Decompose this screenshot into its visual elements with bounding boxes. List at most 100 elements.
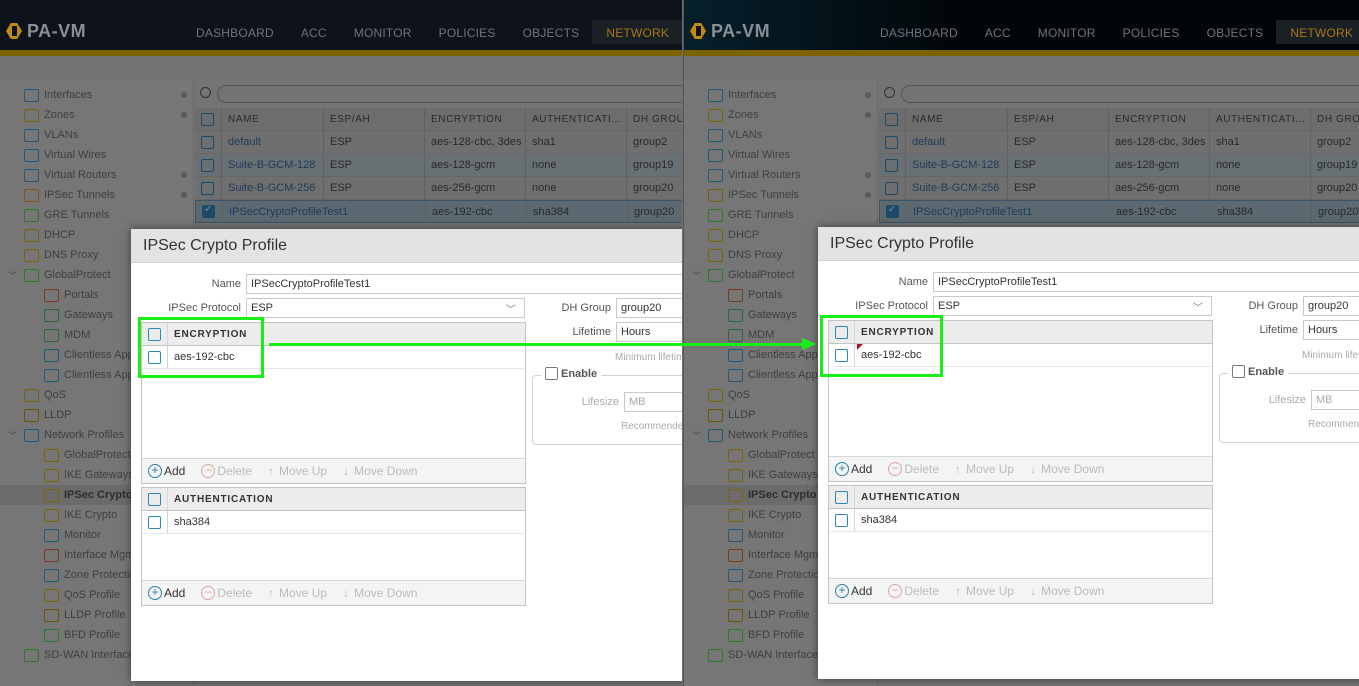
select-all-checkbox[interactable] — [885, 112, 898, 126]
column-header-encryption[interactable]: ENCRYPTION — [424, 108, 525, 130]
sidebar-item-monitor[interactable]: Monitor — [728, 525, 785, 545]
column-header-esp-ah[interactable]: ESP/AH — [323, 108, 424, 130]
chevron-down-icon[interactable]: ﹀ — [692, 429, 701, 442]
profile-name-link[interactable]: IPSecCryptoProfileTest1 — [222, 201, 425, 222]
table-row[interactable]: Suite-B-GCM-256 ESP aes-256-gcm none group20 — [879, 177, 1359, 200]
column-header-name[interactable]: NAME — [905, 108, 1007, 130]
authentication-select-all-checkbox[interactable] — [835, 490, 848, 504]
encryption-move-down-button[interactable]: ↓ Move Down — [343, 464, 417, 478]
row-checkbox[interactable] — [885, 135, 898, 149]
nav-monitor[interactable]: MONITOR — [1038, 26, 1096, 50]
sidebar-item-dhcp[interactable]: DHCP — [24, 225, 75, 245]
sidebar-item-lldp-profile[interactable]: LLDP Profile — [728, 605, 810, 625]
sidebar-item-ipsec-tunnels[interactable]: IPSec Tunnels — [708, 185, 799, 205]
sidebar-item-ike-gateways[interactable]: IKE Gateways — [44, 465, 134, 485]
sidebar-item-ike-gateways[interactable]: IKE Gateways — [728, 465, 818, 485]
sidebar-item-portals[interactable]: Portals — [44, 285, 98, 305]
lifetime-unit-select[interactable]: Hours — [1303, 320, 1359, 340]
sidebar-item-zone-protection[interactable]: Zone Protection — [44, 565, 142, 585]
nav-acc[interactable]: ACC — [985, 26, 1011, 50]
dh-group-select[interactable]: group20 — [616, 298, 682, 318]
table-row[interactable]: IPSecCryptoProfileTest1aes-192-cbcsha384… — [195, 200, 682, 223]
sidebar-item-interface-mgmt[interactable]: Interface Mgmt — [44, 545, 137, 565]
sidebar-item-network-profiles[interactable]: Network Profiles — [24, 425, 124, 445]
authentication-delete-button[interactable]: − Delete — [201, 586, 252, 600]
nav-objects[interactable]: OBJECTS — [1207, 26, 1264, 50]
nav-network[interactable]: NETWORK — [1276, 20, 1359, 44]
sidebar-item-mdm[interactable]: MDM — [728, 325, 774, 345]
table-row[interactable]: default ESP aes-128-cbc, 3des sha1 group2 — [879, 131, 1359, 154]
authentication-row[interactable]: sha384 — [829, 509, 1212, 532]
table-row[interactable]: Suite-B-GCM-256 ESP aes-256-gcm none group20 — [195, 177, 682, 200]
search-input[interactable] — [901, 85, 1359, 103]
column-header-esp-ah[interactable]: ESP/AH — [1007, 108, 1108, 130]
sidebar-item-interfaces[interactable]: Interfaces — [24, 85, 92, 105]
protocol-select[interactable]: ESP ﹀ — [933, 296, 1212, 316]
table-row[interactable]: Suite-B-GCM-128 ESP aes-128-gcm none group19 — [195, 154, 682, 177]
table-row[interactable]: Suite-B-GCM-128 ESP aes-128-gcm none group19 — [879, 154, 1359, 177]
encryption-add-button[interactable]: + Add — [835, 462, 872, 476]
sidebar-item-bfd-profile[interactable]: BFD Profile — [44, 625, 120, 645]
sidebar-item-monitor[interactable]: Monitor — [44, 525, 101, 545]
column-header-name[interactable]: NAME — [221, 108, 323, 130]
nav-policies[interactable]: POLICIES — [439, 26, 496, 50]
encryption-move-up-button[interactable]: ↑ Move Up — [268, 464, 327, 478]
column-header-dh-group[interactable]: DH GROUP — [1310, 108, 1359, 130]
sidebar-item-virtual-wires[interactable]: Virtual Wires — [708, 145, 790, 165]
sidebar-item-gateways[interactable]: Gateways — [44, 305, 113, 325]
authentication-row-checkbox[interactable] — [835, 513, 848, 527]
authentication-move-up-button[interactable]: ↑ Move Up — [955, 584, 1014, 598]
chevron-down-icon[interactable]: ﹀ — [8, 269, 17, 282]
authentication-move-down-button[interactable]: ↓ Move Down — [1030, 584, 1104, 598]
row-checkbox[interactable] — [202, 204, 215, 218]
sidebar-item-virtual-wires[interactable]: Virtual Wires — [24, 145, 106, 165]
nav-acc[interactable]: ACC — [301, 26, 327, 50]
profile-name-link[interactable]: IPSecCryptoProfileTest1 — [906, 201, 1109, 222]
sidebar-item-qos[interactable]: QoS — [708, 385, 750, 405]
authentication-move-down-button[interactable]: ↓ Move Down — [343, 586, 417, 600]
encryption-add-button[interactable]: + Add — [148, 464, 185, 478]
nav-monitor[interactable]: MONITOR — [354, 26, 412, 50]
authentication-row[interactable]: sha384 — [142, 511, 525, 534]
lifesize-unit-select[interactable]: MB — [1311, 390, 1359, 410]
dh-group-select[interactable]: group20 — [1303, 296, 1359, 316]
enable-checkbox[interactable] — [545, 367, 558, 380]
sidebar-item-dns-proxy[interactable]: DNS Proxy — [24, 245, 98, 265]
profile-name-link[interactable]: default — [221, 131, 323, 153]
encryption-move-down-button[interactable]: ↓ Move Down — [1030, 462, 1104, 476]
sidebar-item-clientless-apps[interactable]: Clientless Apps — [44, 345, 139, 365]
lifesize-unit-select[interactable]: MB — [624, 392, 682, 412]
sidebar-item-ike-crypto[interactable]: IKE Crypto — [44, 505, 117, 525]
sidebar-item-zones[interactable]: Zones — [24, 105, 75, 125]
nav-dashboard[interactable]: DASHBOARD — [196, 26, 274, 50]
row-checkbox[interactable] — [886, 204, 899, 218]
sidebar-item-dhcp[interactable]: DHCP — [708, 225, 759, 245]
nav-dashboard[interactable]: DASHBOARD — [880, 26, 958, 50]
sidebar-item-interfaces[interactable]: Interfaces — [708, 85, 776, 105]
sidebar-item-portals[interactable]: Portals — [728, 285, 782, 305]
sidebar-item-lldp[interactable]: LLDP — [24, 405, 72, 425]
column-header-authentication[interactable]: AUTHENTICATI... — [525, 108, 626, 130]
chevron-down-icon[interactable]: ﹀ — [8, 429, 17, 442]
name-input[interactable]: IPSecCryptoProfileTest1 — [933, 272, 1359, 292]
authentication-add-button[interactable]: + Add — [835, 584, 872, 598]
enable-checkbox[interactable] — [1232, 365, 1245, 378]
profile-name-link[interactable]: default — [905, 131, 1007, 153]
sidebar-item-vlans[interactable]: VLANs — [708, 125, 762, 145]
sidebar-item-virtual-routers[interactable]: Virtual Routers — [24, 165, 117, 185]
authentication-select-all-checkbox[interactable] — [148, 492, 161, 506]
authentication-row-checkbox[interactable] — [148, 515, 161, 529]
sidebar-item-virtual-routers[interactable]: Virtual Routers — [708, 165, 801, 185]
sidebar-item-ike-crypto[interactable]: IKE Crypto — [728, 505, 801, 525]
sidebar-item-bfd-profile[interactable]: BFD Profile — [728, 625, 804, 645]
sidebar-item-lldp-profile[interactable]: LLDP Profile — [44, 605, 126, 625]
row-checkbox[interactable] — [201, 135, 214, 149]
row-checkbox[interactable] — [201, 181, 214, 195]
sidebar-item-network-profiles[interactable]: Network Profiles — [708, 425, 808, 445]
column-header-authentication[interactable]: AUTHENTICATI... — [1209, 108, 1310, 130]
sidebar-item-zone-protection[interactable]: Zone Protection — [728, 565, 826, 585]
sidebar-item-gre-tunnels[interactable]: GRE Tunnels — [708, 205, 793, 225]
sidebar-item-vlans[interactable]: VLANs — [24, 125, 78, 145]
profile-name-link[interactable]: Suite-B-GCM-256 — [905, 177, 1007, 199]
sidebar-item-qos[interactable]: QoS — [24, 385, 66, 405]
